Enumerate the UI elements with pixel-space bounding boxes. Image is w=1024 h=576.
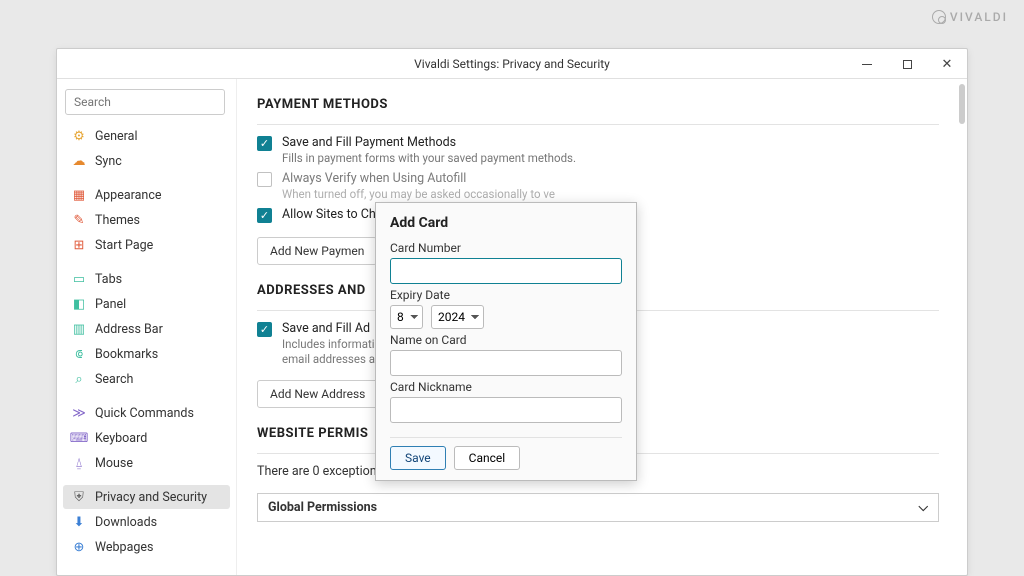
label: Save and Fill Ad: [282, 321, 375, 336]
scrollbar-thumb[interactable]: [959, 84, 965, 124]
opt-save-fill-payment[interactable]: Save and Fill Payment Methods Fills in p…: [257, 135, 939, 165]
expiry-month-select[interactable]: 8: [390, 305, 423, 329]
sidebar-item-label: Tabs: [95, 272, 122, 287]
sidebar-item-label: Quick Commands: [95, 406, 194, 421]
sidebar-item-sync[interactable]: ☁ Sync: [63, 149, 230, 173]
chevron-icon: ⌵: [919, 500, 928, 515]
minimize-button[interactable]: [847, 49, 887, 79]
dialog-title: Add Card: [390, 215, 622, 231]
card-nickname-input[interactable]: [390, 397, 622, 423]
expiry-label: Expiry Date: [390, 288, 622, 302]
sidebar-item-label: Webpages: [95, 540, 153, 555]
shield-icon: ⛨: [71, 489, 87, 505]
keyboard-icon: ⌨: [71, 430, 87, 446]
sidebar: ⚙ General ☁ Sync ▦ Appearance ✎ Themes ⊞ Start Pa…: [57, 79, 237, 575]
bookmark-icon: ⟃: [71, 346, 87, 362]
cloud-icon: ☁: [71, 153, 87, 169]
grid-icon: ⊞: [71, 237, 87, 253]
sidebar-item-label: Keyboard: [95, 431, 147, 446]
global-permissions-label: Global Permissions: [268, 500, 377, 515]
sidebar-item-keyboard[interactable]: ⌨ Keyboard: [63, 426, 230, 450]
add-address-button[interactable]: Add New Address: [257, 380, 378, 408]
sidebar-item-start-page[interactable]: ⊞ Start Page: [63, 233, 230, 257]
global-permissions-row[interactable]: Global Permissions ⌵: [257, 493, 939, 522]
label: Always Verify when Using Autofill: [282, 171, 555, 186]
expiry-year-select[interactable]: 2024: [431, 305, 484, 329]
card-nickname-label: Card Nickname: [390, 380, 622, 394]
window-title: Vivaldi Settings: Privacy and Security: [414, 57, 610, 71]
vivaldi-logo-icon: [932, 10, 946, 24]
sublabel: Includes informati: [282, 337, 375, 351]
cancel-button[interactable]: Cancel: [454, 446, 521, 470]
checkbox-verify-autofill[interactable]: [257, 172, 272, 187]
sidebar-item-downloads[interactable]: ⬇ Downloads: [63, 510, 230, 534]
brand-mark: VIVALDI: [932, 10, 1008, 24]
sublabel: Fills in payment forms with your saved p…: [282, 151, 576, 165]
sidebar-item-general[interactable]: ⚙ General: [63, 124, 230, 148]
sidebar-item-label: Appearance: [95, 188, 162, 203]
close-button[interactable]: ✕: [927, 49, 967, 79]
sidebar-item-address-bar[interactable]: ▥ Address Bar: [63, 317, 230, 341]
section-payment-heading: PAYMENT METHODS: [257, 97, 939, 118]
sidebar-item-quick-commands[interactable]: ≫ Quick Commands: [63, 401, 230, 425]
add-payment-button[interactable]: Add New Paymen: [257, 237, 377, 265]
checkbox-save-fill-payment[interactable]: [257, 136, 272, 151]
sidebar-item-tabs[interactable]: ▭ Tabs: [63, 267, 230, 291]
save-button[interactable]: Save: [390, 446, 446, 470]
sidebar-item-label: Address Bar: [95, 322, 163, 337]
sidebar-item-appearance[interactable]: ▦ Appearance: [63, 183, 230, 207]
download-icon: ⬇: [71, 514, 87, 530]
window-controls: ✕: [847, 49, 967, 79]
sidebar-item-label: Themes: [95, 213, 140, 228]
add-card-dialog: Add Card Card Number Expiry Date 8 2024 …: [375, 202, 637, 481]
sidebar-item-panel[interactable]: ◧ Panel: [63, 292, 230, 316]
panel-icon: ◧: [71, 296, 87, 312]
brand-text: VIVALDI: [950, 10, 1008, 24]
themes-icon: ✎: [71, 212, 87, 228]
sidebar-item-label: Sync: [95, 154, 122, 169]
sidebar-item-label: Panel: [95, 297, 126, 312]
sidebar-item-label: Downloads: [95, 515, 157, 530]
titlebar: Vivaldi Settings: Privacy and Security ✕: [57, 49, 967, 79]
card-number-input[interactable]: [390, 258, 622, 284]
sidebar-item-themes[interactable]: ✎ Themes: [63, 208, 230, 232]
label: Allow Sites to Ch: [282, 207, 376, 222]
sidebar-item-label: Mouse: [95, 456, 133, 471]
sidebar-item-bookmarks[interactable]: ⟃ Bookmarks: [63, 342, 230, 366]
sidebar-item-privacy-and-security[interactable]: ⛨ Privacy and Security: [63, 485, 230, 509]
name-on-card-input[interactable]: [390, 350, 622, 376]
name-on-card-label: Name on Card: [390, 333, 622, 347]
card-number-label: Card Number: [390, 241, 622, 255]
checkbox-allow-sites[interactable]: [257, 208, 272, 223]
label: Save and Fill Payment Methods: [282, 135, 576, 150]
globe-icon: ⊕: [71, 539, 87, 555]
sidebar-item-mouse[interactable]: ⍙ Mouse: [63, 451, 230, 475]
sidebar-item-label: Start Page: [95, 238, 153, 253]
appearance-icon: ▦: [71, 187, 87, 203]
sidebar-item-label: Bookmarks: [95, 347, 158, 362]
sidebar-search-input[interactable]: [65, 89, 225, 115]
opt-verify-autofill[interactable]: Always Verify when Using Autofill When t…: [257, 171, 939, 201]
sidebar-item-webpages[interactable]: ⊕ Webpages: [63, 535, 230, 559]
sublabel: When turned off, you may be asked occasi…: [282, 187, 555, 201]
sidebar-item-label: Search: [95, 372, 133, 387]
sublabel: email addresses a: [282, 352, 375, 366]
tabs-icon: ▭: [71, 271, 87, 287]
maximize-button[interactable]: [887, 49, 927, 79]
sidebar-item-search[interactable]: ⌕ Search: [63, 367, 230, 391]
gear-icon: ⚙: [71, 128, 87, 144]
search-icon: ⌕: [71, 371, 87, 387]
checkbox-save-fill-addresses[interactable]: [257, 322, 272, 337]
sidebar-item-label: General: [95, 129, 138, 144]
mouse-icon: ⍙: [71, 455, 87, 471]
bolt-icon: ≫: [71, 405, 87, 421]
sidebar-item-label: Privacy and Security: [95, 490, 207, 505]
address-icon: ▥: [71, 321, 87, 337]
